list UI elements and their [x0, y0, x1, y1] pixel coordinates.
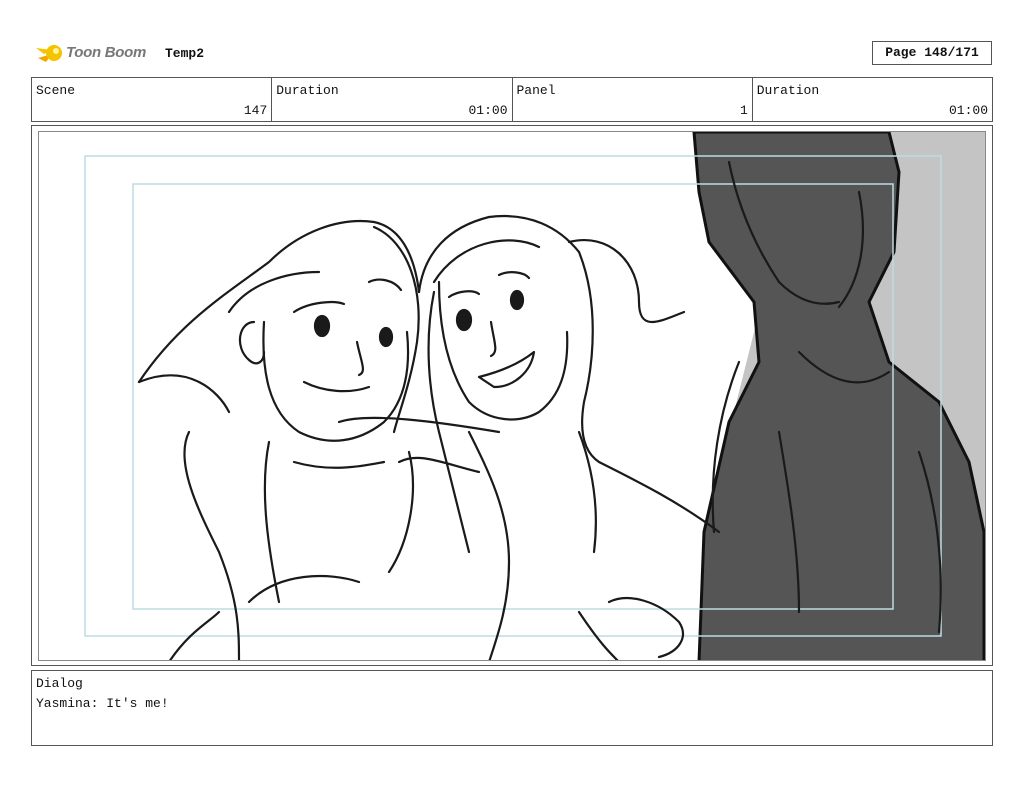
sketch-illustration [84, 132, 985, 660]
scene-cell: Scene 147 [32, 78, 273, 121]
storyboard-panel-drawing [38, 131, 986, 661]
panel-value: 1 [739, 103, 748, 118]
panel-duration-value: 01:00 [948, 103, 988, 118]
logo-text: Toon Boom [66, 44, 147, 61]
scene-duration-cell: Duration 01:00 [272, 78, 513, 121]
scene-value: 147 [243, 103, 268, 118]
panel-label: Panel [516, 83, 556, 98]
project-name: Temp2 [165, 46, 205, 61]
scene-duration-label: Duration [276, 83, 339, 98]
star-icon [36, 45, 62, 62]
scene-info-row: Scene 147 Duration 01:00 Panel 1 Duratio… [31, 77, 993, 122]
dialog-text: Yasmina: It's me! [36, 696, 169, 711]
panel-duration-cell: Duration 01:00 [753, 78, 992, 121]
scene-duration-value: 01:00 [468, 103, 508, 118]
toon-boom-logo: Toon Boom [34, 38, 158, 70]
panel-duration-label: Duration [756, 83, 820, 98]
panel-cell: Panel 1 [513, 78, 753, 121]
dialog-label: Dialog [36, 676, 83, 691]
scene-label: Scene [36, 83, 76, 98]
dialog-box: Dialog Yasmina: It's me! [31, 670, 993, 746]
page-indicator: Page 148/171 [872, 41, 992, 65]
